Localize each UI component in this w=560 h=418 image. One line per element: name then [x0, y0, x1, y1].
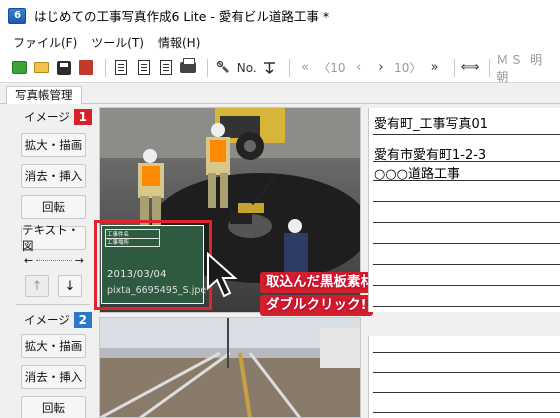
printer-icon[interactable]: [179, 58, 197, 77]
toolbar: No. « 〈10 ‹ › 10〉 » ⟺ ＭＳ 明朝: [0, 51, 560, 85]
prev10-icon[interactable]: 〈10: [318, 59, 345, 76]
mouse-cursor-icon: [207, 252, 238, 298]
move-down-button[interactable]: ↓: [58, 275, 82, 297]
title-bar: はじめての工事写真作成6 Lite - 愛有ビル道路工事 *: [0, 0, 560, 31]
new-green-icon[interactable]: [10, 58, 28, 77]
erase-insert-button-1[interactable]: 消去・挿入: [21, 164, 86, 188]
rotate-button-2[interactable]: 回転: [21, 396, 86, 418]
image2-label-text: イメージ: [24, 313, 70, 327]
sort-icon[interactable]: [261, 58, 279, 77]
swap-icon[interactable]: ⟺: [461, 58, 480, 77]
tab-row: 写真帳管理: [0, 84, 560, 104]
page-preview3-icon[interactable]: [157, 58, 175, 77]
next10-icon[interactable]: 10〉: [394, 59, 421, 76]
arrow-left-icon: ←: [24, 253, 34, 267]
save-disk-icon[interactable]: [55, 58, 73, 77]
red-doc-icon[interactable]: [77, 58, 95, 77]
rotate-button-1[interactable]: 回転: [21, 195, 86, 219]
info1-title[interactable]: 愛有町_工事写真01: [374, 113, 488, 132]
page-preview-icon[interactable]: [112, 58, 130, 77]
image2-label: イメージ 2: [24, 311, 92, 329]
toolbar-divider: [453, 58, 455, 77]
menu-tools[interactable]: ツール(T): [84, 34, 151, 51]
move-up-button[interactable]: ↑: [25, 275, 49, 297]
settings-icon[interactable]: [214, 58, 232, 77]
arrow-slider[interactable]: ← →: [24, 253, 84, 267]
toolbar-divider: [207, 58, 209, 77]
text-figure-button[interactable]: テキスト・図: [21, 223, 86, 253]
erase-insert-button-2[interactable]: 消去・挿入: [21, 365, 86, 389]
tab-photo-album[interactable]: 写真帳管理: [6, 86, 82, 104]
toolbar-divider: [489, 58, 491, 77]
image1-number-badge: 1: [73, 109, 92, 125]
next-icon[interactable]: ›: [372, 58, 390, 77]
open-folder-icon[interactable]: [32, 58, 50, 77]
info-panel-1[interactable]: 愛有町_工事写真01 愛有市愛有町1-2-3 ○○○道路工事: [368, 108, 560, 312]
panel-divider: [16, 304, 90, 305]
image1-label: イメージ 1: [24, 108, 92, 126]
prev-icon[interactable]: ‹: [350, 58, 368, 77]
toolbar-divider: [288, 58, 290, 77]
highlight-box: [94, 220, 212, 310]
number-icon[interactable]: No.: [237, 61, 257, 75]
callout-line2: ダブルクリック!: [260, 295, 373, 316]
zoom-draw-button-2[interactable]: 拡大・描画: [21, 334, 86, 358]
zoom-draw-button-1[interactable]: 拡大・描画: [21, 133, 86, 157]
last-icon[interactable]: »: [425, 58, 443, 77]
font-select[interactable]: ＭＳ 明朝: [496, 51, 556, 85]
info-panel-2[interactable]: [368, 336, 560, 418]
arrow-right-icon: →: [74, 253, 84, 267]
menu-bar: ファイル(F) ツール(T) 情報(H): [0, 31, 560, 53]
left-panel: イメージ 1 拡大・描画 消去・挿入 回転 テキスト・図 ← → ↑ ↓ イメー…: [0, 105, 96, 418]
app-icon: [8, 7, 26, 24]
image2-number-badge: 2: [73, 312, 92, 328]
photo-2-frame: [99, 317, 361, 418]
window-title: はじめての工事写真作成6 Lite - 愛有ビル道路工事 *: [34, 9, 330, 24]
toolbar-divider: [105, 58, 107, 77]
first-icon[interactable]: «: [296, 58, 314, 77]
menu-info[interactable]: 情報(H): [151, 34, 207, 51]
image1-label-text: イメージ: [24, 110, 70, 124]
menu-file[interactable]: ファイル(F): [6, 34, 84, 51]
page-preview2-icon[interactable]: [135, 58, 153, 77]
